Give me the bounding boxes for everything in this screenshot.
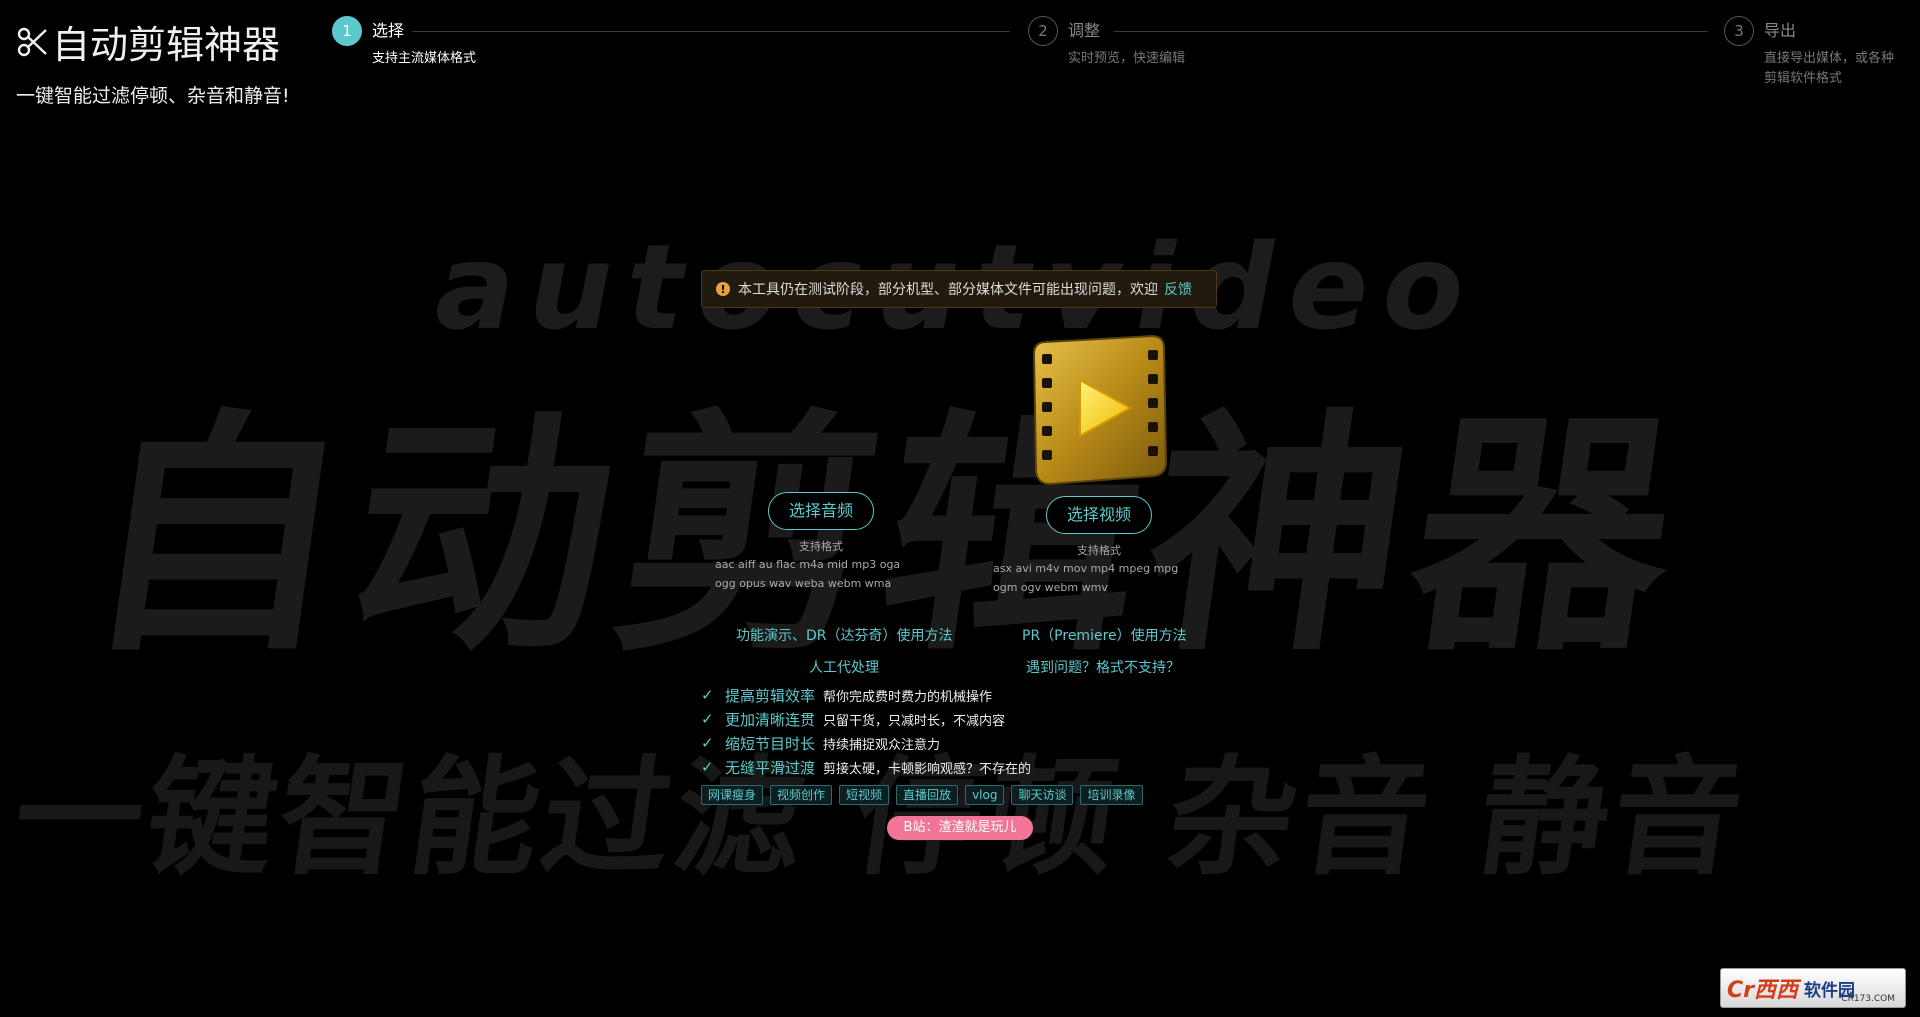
step-select: 1 选择 支持主流媒体格式 bbox=[332, 16, 476, 69]
step-number: 2 bbox=[1028, 16, 1058, 46]
video-formats-line1: asx avi m4v mov mp4 mpeg mpg bbox=[993, 562, 1179, 575]
demo-dr-link[interactable]: 功能演示、DR（达芬奇）使用方法 bbox=[736, 625, 953, 645]
feature-desc: 帮你完成费时费力的机械操作 bbox=[823, 689, 993, 705]
tag-vlog[interactable]: vlog bbox=[965, 785, 1005, 805]
video-picker: 选择视频 支持格式 asx avi m4v mov mp4 mpeg mpg o… bbox=[993, 330, 1205, 596]
problem-link[interactable]: 遇到问题？格式不支持？ bbox=[1026, 657, 1180, 677]
check-icon: ✓ bbox=[701, 758, 714, 776]
feature-item: ✓ 更加清晰连贯 只留干货，只减时长，不减内容 bbox=[701, 707, 1031, 731]
check-icon: ✓ bbox=[701, 710, 714, 728]
feature-desc: 剪接太硬，卡顿影响观感？不存在的 bbox=[823, 761, 1032, 777]
audio-formats-label: 支持格式 bbox=[799, 540, 843, 553]
site-watermark: Cr西西 软件园 CR173.COM bbox=[1720, 968, 1906, 1008]
step-title: 导出 bbox=[1764, 21, 1797, 40]
app-title-text: 自动剪辑神器 bbox=[52, 23, 281, 67]
bilibili-badge[interactable]: B站：渣渣就是玩儿 bbox=[887, 816, 1033, 840]
tag-online-course[interactable]: 网课瘦身 bbox=[701, 785, 764, 805]
manual-processing-link[interactable]: 人工代处理 bbox=[809, 657, 879, 677]
feature-title: 提高剪辑效率 bbox=[725, 686, 816, 705]
select-audio-button[interactable]: 选择音频 bbox=[767, 492, 874, 530]
check-icon: ✓ bbox=[701, 686, 714, 704]
check-icon: ✓ bbox=[701, 734, 714, 752]
step-desc: 支持主流媒体格式 bbox=[372, 51, 477, 66]
warning-icon: ! bbox=[716, 282, 730, 296]
app-title: 自动剪辑神器 bbox=[16, 14, 290, 69]
step-number: 1 bbox=[332, 16, 362, 46]
feature-desc: 只留干货，只减时长，不减内容 bbox=[823, 713, 1006, 729]
audio-waveform-icon bbox=[742, 351, 892, 471]
audio-formats-line2: ogg opus wav weba webm wma bbox=[715, 577, 892, 590]
feature-item: ✓ 无缝平滑过渡 剪接太硬，卡顿影响观感？不存在的 bbox=[701, 755, 1031, 779]
scissors-icon bbox=[17, 27, 47, 56]
use-case-tags: 网课瘦身 视频创作 短视频 直播回放 vlog 聊天访谈 培训录像 bbox=[701, 785, 1150, 805]
step-export: 3 导出 直接导出媒体，或各种 剪辑软件格式 bbox=[1724, 16, 1894, 89]
video-formats-label: 支持格式 bbox=[1077, 544, 1121, 557]
feature-item: ✓ 提高剪辑效率 帮你完成费时费力的机械操作 bbox=[701, 683, 1031, 707]
feedback-link[interactable]: 反馈 bbox=[1164, 279, 1192, 299]
feature-item: ✓ 缩短节目时长 持续捕捉观众注意力 bbox=[701, 731, 1031, 755]
step-desc-line2: 剪辑软件格式 bbox=[1764, 71, 1843, 86]
tag-training[interactable]: 培训录像 bbox=[1080, 785, 1143, 805]
step-desc: 实时预览，快速编辑 bbox=[1068, 51, 1186, 66]
audio-picker: 选择音频 支持格式 aac aiff au flac m4a mid mp3 o… bbox=[715, 350, 927, 592]
feature-title: 缩短节目时长 bbox=[725, 734, 816, 753]
premiere-link[interactable]: PR（Premiere）使用方法 bbox=[1022, 625, 1187, 645]
feature-title: 无缝平滑过渡 bbox=[725, 758, 816, 777]
step-connector bbox=[412, 31, 1010, 32]
step-number: 3 bbox=[1724, 16, 1754, 46]
video-film-icon bbox=[1032, 334, 1168, 486]
watermark-logo: Cr西西 bbox=[1727, 978, 1798, 1003]
tag-interview[interactable]: 聊天访谈 bbox=[1011, 785, 1074, 805]
step-adjust: 2 调整 实时预览，快速编辑 bbox=[1028, 16, 1185, 69]
step-desc-line1: 直接导出媒体，或各种 bbox=[1764, 51, 1895, 66]
tag-short-video[interactable]: 短视频 bbox=[839, 785, 890, 805]
feature-desc: 持续捕捉观众注意力 bbox=[823, 737, 941, 753]
tag-live-replay[interactable]: 直播回放 bbox=[896, 785, 959, 805]
video-formats-line2: ogm ogv webm wmv bbox=[993, 581, 1108, 594]
beta-warning-alert: ! 本工具仍在测试阶段，部分机型、部分媒体文件可能出现问题，欢迎 反馈 bbox=[701, 270, 1217, 308]
alert-text: 本工具仍在测试阶段，部分机型、部分媒体文件可能出现问题，欢迎 bbox=[738, 282, 1158, 298]
feature-list: ✓ 提高剪辑效率 帮你完成费时费力的机械操作 ✓ 更加清晰连贯 只留干货，只减时… bbox=[701, 683, 1031, 779]
audio-formats-line1: aac aiff au flac m4a mid mp3 oga bbox=[715, 558, 901, 571]
feature-title: 更加清晰连贯 bbox=[725, 710, 816, 729]
tag-video-creation[interactable]: 视频创作 bbox=[770, 785, 833, 805]
select-video-button[interactable]: 选择视频 bbox=[1045, 496, 1152, 534]
brand: 自动剪辑神器 一键智能过滤停顿、杂音和静音! bbox=[16, 14, 290, 108]
watermark-url: CR173.COM bbox=[1841, 994, 1895, 1004]
step-connector bbox=[1114, 31, 1708, 32]
app-subtitle: 一键智能过滤停顿、杂音和静音! bbox=[16, 85, 290, 107]
